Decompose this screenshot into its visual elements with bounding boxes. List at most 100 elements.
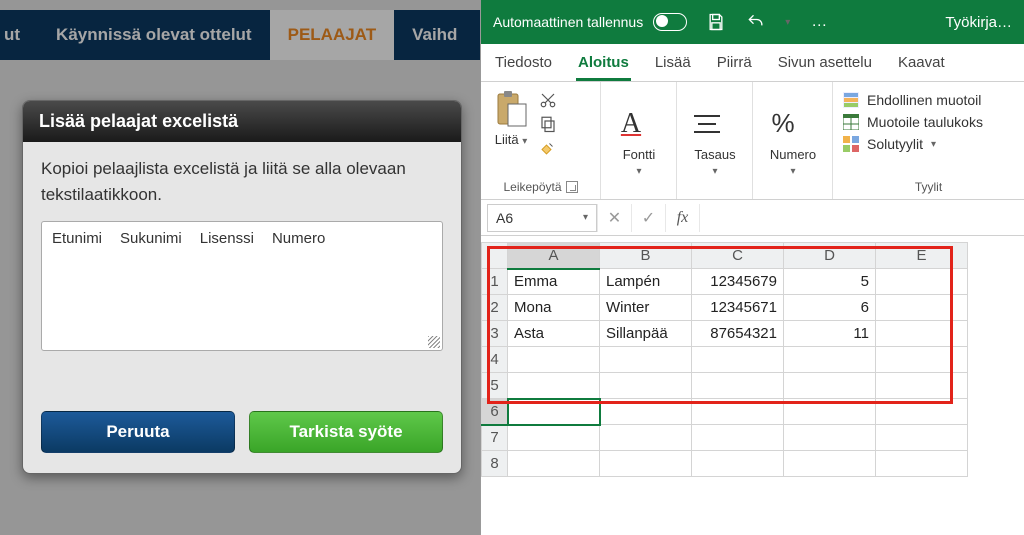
row-header[interactable]: 7: [482, 425, 508, 451]
cell[interactable]: 5: [784, 269, 876, 295]
tab-insert[interactable]: Lisää: [653, 46, 693, 81]
tab-file[interactable]: Tiedosto: [493, 46, 554, 81]
dialog-title: Lisää pelaajat excelistä: [23, 101, 461, 142]
cell[interactable]: [600, 373, 692, 399]
col-header[interactable]: E: [876, 243, 968, 269]
col-header[interactable]: B: [600, 243, 692, 269]
ph-number: Numero: [272, 230, 325, 247]
cancel-button[interactable]: Peruuta: [41, 411, 235, 453]
excel-titlebar: Automaattinen tallennus ▾ … Työkirja…: [481, 0, 1024, 44]
ribbon-body: Liitä ▾ Leikepöytä A Fontti▾ Tasau: [481, 82, 1024, 200]
cell[interactable]: [692, 451, 784, 477]
save-icon[interactable]: [705, 11, 727, 33]
cell[interactable]: Mona: [508, 295, 600, 321]
cell[interactable]: [876, 321, 968, 347]
cell[interactable]: [600, 399, 692, 425]
check-input-button[interactable]: Tarkista syöte: [249, 411, 443, 453]
cell[interactable]: 11: [784, 321, 876, 347]
formula-cancel-icon[interactable]: ✕: [597, 204, 631, 232]
add-players-dialog: Lisää pelaajat excelistä Kopioi pelaajli…: [22, 100, 462, 474]
cut-icon[interactable]: [537, 90, 559, 110]
cell[interactable]: [784, 373, 876, 399]
cell[interactable]: [784, 451, 876, 477]
formula-accept-icon[interactable]: ✓: [631, 204, 665, 232]
row-header[interactable]: 2: [482, 295, 508, 321]
name-box[interactable]: A6▾: [487, 204, 597, 232]
cell[interactable]: Sillanpää: [600, 321, 692, 347]
cell[interactable]: Emma: [508, 269, 600, 295]
cell[interactable]: [600, 347, 692, 373]
cell[interactable]: [876, 425, 968, 451]
cell[interactable]: [876, 399, 968, 425]
row-header[interactable]: 4: [482, 347, 508, 373]
autosave-label: Automaattinen tallennus: [493, 14, 643, 30]
tab-draw[interactable]: Piirrä: [715, 46, 754, 81]
cell[interactable]: [508, 347, 600, 373]
ribbon-tabs: Tiedosto Aloitus Lisää Piirrä Sivun aset…: [481, 44, 1024, 82]
row-header[interactable]: 8: [482, 451, 508, 477]
cell[interactable]: [692, 347, 784, 373]
col-header[interactable]: A: [508, 243, 600, 269]
cell[interactable]: [876, 269, 968, 295]
cell[interactable]: [508, 373, 600, 399]
cell[interactable]: [876, 295, 968, 321]
tab-home[interactable]: Aloitus: [576, 46, 631, 81]
cell[interactable]: 12345671: [692, 295, 784, 321]
cell[interactable]: [692, 373, 784, 399]
row-header[interactable]: 1: [482, 269, 508, 295]
alignment-group-button[interactable]: Tasaus▾: [687, 103, 743, 177]
autosave-toggle[interactable]: [653, 13, 687, 31]
formula-input[interactable]: [699, 204, 1024, 232]
col-header[interactable]: D: [784, 243, 876, 269]
col-header[interactable]: C: [692, 243, 784, 269]
select-all-corner[interactable]: [482, 243, 508, 269]
cell[interactable]: [784, 399, 876, 425]
cell[interactable]: [600, 451, 692, 477]
cell[interactable]: 6: [784, 295, 876, 321]
textarea-resize-handle[interactable]: [428, 336, 440, 348]
active-cell[interactable]: [508, 399, 600, 425]
paste-button[interactable]: Liitä ▾: [491, 88, 531, 147]
conditional-formatting-button[interactable]: Ehdollinen muotoil: [843, 92, 1014, 108]
undo-icon[interactable]: [745, 11, 767, 33]
row-header[interactable]: 5: [482, 373, 508, 399]
cell[interactable]: [784, 425, 876, 451]
cell[interactable]: 87654321: [692, 321, 784, 347]
font-group-button[interactable]: A Fontti▾: [611, 103, 667, 177]
dialog-instruction: Kopioi pelaajlista excelistä ja liitä se…: [41, 156, 443, 207]
paste-textarea[interactable]: Etunimi Sukunimi Lisenssi Numero: [41, 221, 443, 351]
number-group-button[interactable]: % Numero▾: [763, 103, 823, 177]
tab-layout[interactable]: Sivun asettelu: [776, 46, 874, 81]
cell[interactable]: [508, 425, 600, 451]
format-painter-icon[interactable]: [537, 138, 559, 158]
workbook-title: Työkirja…: [945, 14, 1012, 31]
cell[interactable]: [876, 347, 968, 373]
formula-bar: A6▾ ✕ ✓ fx: [481, 200, 1024, 236]
clipboard-dialog-launcher[interactable]: [566, 181, 578, 193]
cell[interactable]: [600, 425, 692, 451]
styles-group-label: Tyylit: [843, 177, 1014, 197]
tab-formulas[interactable]: Kaavat: [896, 46, 947, 81]
row-header[interactable]: 6: [482, 399, 508, 425]
cell[interactable]: [692, 399, 784, 425]
excel-window: Automaattinen tallennus ▾ … Työkirja… Ti…: [480, 0, 1024, 535]
clipboard-group-label: Leikepöytä: [503, 180, 561, 194]
overflow-icon[interactable]: …: [808, 11, 830, 33]
cell[interactable]: [692, 425, 784, 451]
cell[interactable]: Winter: [600, 295, 692, 321]
cell[interactable]: [508, 451, 600, 477]
insert-function-icon[interactable]: fx: [665, 204, 699, 232]
cell[interactable]: [876, 373, 968, 399]
spreadsheet-grid[interactable]: A B C D E 1EmmaLampén123456795 2MonaWint…: [481, 236, 1024, 477]
cell[interactable]: [876, 451, 968, 477]
cell[interactable]: 12345679: [692, 269, 784, 295]
row-header[interactable]: 3: [482, 321, 508, 347]
cell-styles-button[interactable]: Solutyylit ▾: [843, 136, 1014, 152]
cell[interactable]: Lampén: [600, 269, 692, 295]
left-app: ut Käynnissä olevat ottelut PELAAJAT Vai…: [0, 0, 480, 535]
cell[interactable]: [784, 347, 876, 373]
copy-icon[interactable]: [537, 114, 559, 134]
cell[interactable]: Asta: [508, 321, 600, 347]
undo-dropdown[interactable]: ▾: [785, 17, 790, 28]
format-as-table-button[interactable]: Muotoile taulukoks: [843, 114, 1014, 130]
